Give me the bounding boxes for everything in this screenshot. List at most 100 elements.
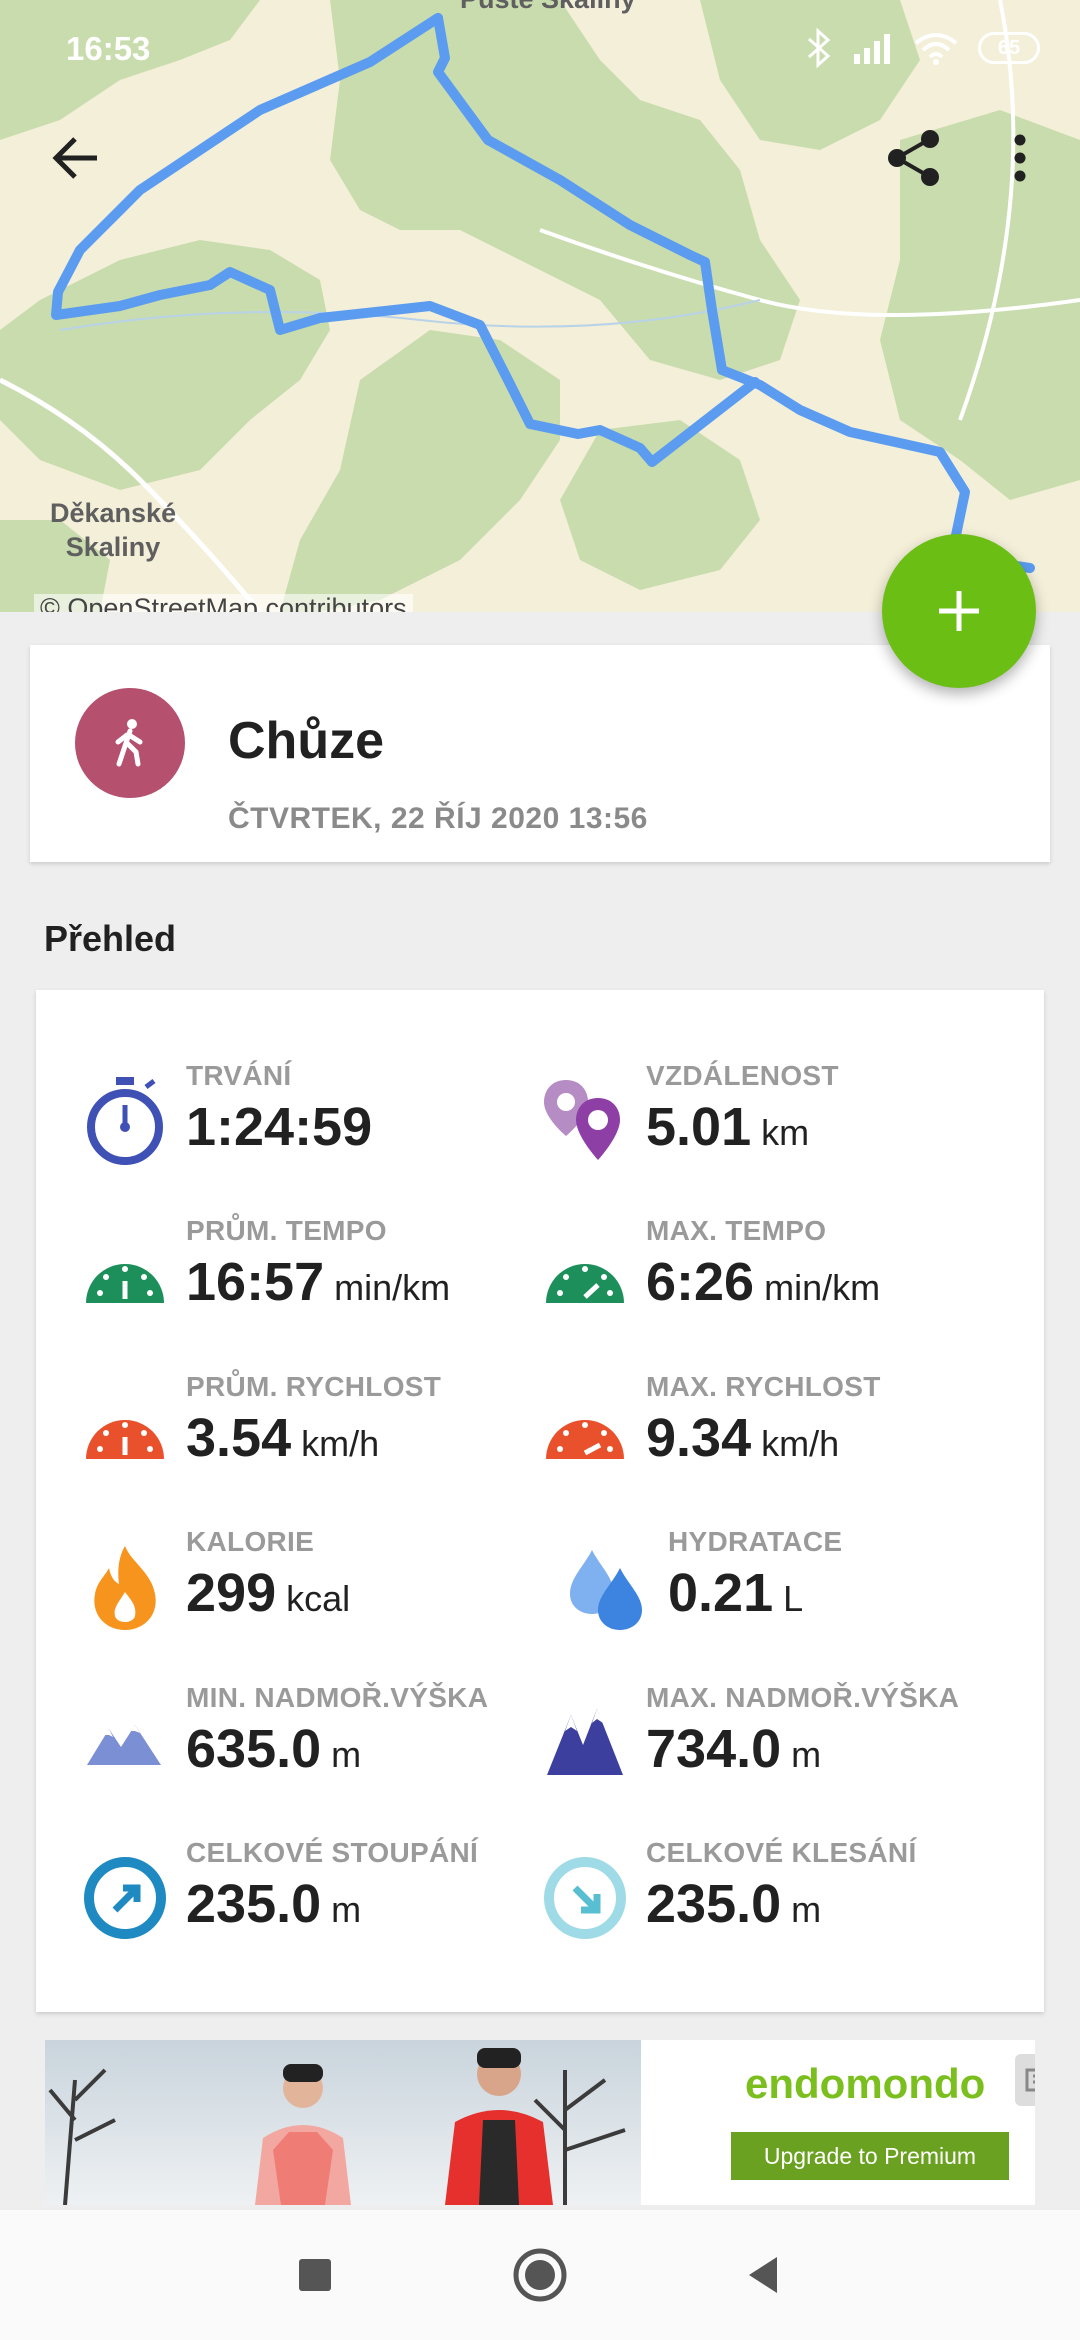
ad-options-button[interactable] <box>1015 2054 1035 2106</box>
recents-button[interactable] <box>280 2240 350 2310</box>
stat-avg-pace: PRŮM. TEMPO 16:57 min/km <box>80 1215 540 1335</box>
stat-value: 16:57 min/km <box>186 1251 450 1313</box>
signal-icon <box>854 34 890 64</box>
more-options-button[interactable] <box>980 118 1060 198</box>
stat-total-descent: CELKOVÉ KLESÁNÍ 235.0 m <box>540 1837 1000 1957</box>
stat-label: MIN. NADMOŘ.VÝŠKA <box>186 1682 489 1713</box>
stat-label: HYDRATACE <box>668 1526 843 1557</box>
stat-unit: m <box>791 1734 822 1775</box>
stat-label: CELKOVÉ KLESÁNÍ <box>646 1837 917 1868</box>
stat-unit: m <box>791 1889 822 1930</box>
stat-avg-speed: PRŮM. RYCHLOST 3.54 km/h <box>80 1371 540 1491</box>
stat-unit: L <box>783 1578 804 1619</box>
stat-label: TRVÁNÍ <box>186 1060 292 1091</box>
stat-unit: m <box>331 1889 362 1930</box>
activity-date: ČTVRTEK, 22 ŘÍJ 2020 13:56 <box>228 802 648 835</box>
back-button[interactable] <box>36 118 116 198</box>
stopwatch-icon <box>80 1076 170 1166</box>
map-label-place-line1: Děkanské <box>50 498 177 528</box>
stat-number: 5.01 <box>646 1097 752 1157</box>
stat-label: MAX. NADMOŘ.VÝŠKA <box>646 1682 960 1713</box>
water-drops-icon <box>562 1542 652 1632</box>
stat-label: KALORIE <box>186 1526 315 1557</box>
activity-name: Chůze <box>228 712 384 770</box>
wifi-icon <box>914 33 958 65</box>
stat-hydration: HYDRATACE 0.21 L <box>562 1526 1022 1646</box>
activity-card: Chůze ČTVRTEK, 22 ŘÍJ 2020 13:56 <box>30 645 1050 862</box>
speedometer-red-icon <box>80 1387 170 1477</box>
system-nav-bar <box>0 2210 1080 2340</box>
stat-number: 9.34 <box>646 1408 752 1468</box>
arrow-back-icon <box>52 137 97 179</box>
stat-unit: min/km <box>334 1267 451 1308</box>
stat-number: 16:57 <box>186 1252 325 1312</box>
walking-icon <box>115 719 143 767</box>
stat-label: MAX. TEMPO <box>646 1215 827 1246</box>
stat-unit: kcal <box>286 1578 351 1619</box>
stat-total-ascent: CELKOVÉ STOUPÁNÍ 235.0 m <box>80 1837 540 1957</box>
stat-unit: m <box>331 1734 362 1775</box>
stat-max-pace: MAX. TEMPO 6:26 min/km <box>540 1215 1000 1335</box>
bluetooth-icon <box>807 28 831 68</box>
map-label-place: Děkanské Skaliny <box>50 496 176 564</box>
stat-number: 3.54 <box>186 1408 292 1468</box>
stat-value: 3.54 km/h <box>186 1407 379 1469</box>
descent-arrow-icon <box>540 1853 630 1943</box>
share-icon <box>888 130 939 186</box>
stat-value: 235.0 m <box>646 1873 821 1935</box>
ascent-arrow-icon <box>80 1853 170 1943</box>
stat-distance: VZDÁLENOST 5.01 km <box>540 1060 1000 1180</box>
flame-icon <box>80 1542 170 1632</box>
stat-value: 235.0 m <box>186 1873 361 1935</box>
stat-calories: KALORIE 299 kcal <box>80 1526 540 1646</box>
home-button[interactable] <box>505 2240 575 2310</box>
map-pins-icon <box>540 1076 630 1166</box>
stat-value: 299 kcal <box>186 1562 350 1624</box>
ad-brand-logo: endomondo <box>745 2060 986 2107</box>
ad-banner[interactable]: endomondo Upgrade to Premium <box>45 2040 1035 2205</box>
overview-title: Přehled <box>44 918 177 959</box>
map-label-place-line2: Skaliny <box>65 532 161 562</box>
stat-number: 235.0 <box>646 1874 782 1934</box>
square-icon <box>299 2259 331 2291</box>
stat-max-speed: MAX. RYCHLOST 9.34 km/h <box>540 1371 1000 1491</box>
stat-value: 5.01 km <box>646 1096 809 1158</box>
stat-number: 299 <box>186 1563 277 1623</box>
circle-icon <box>513 2248 567 2302</box>
more-vert-icon <box>1014 134 1026 182</box>
share-button[interactable] <box>874 118 954 198</box>
stat-min-altitude: MIN. NADMOŘ.VÝŠKA 635.0 m <box>80 1682 540 1802</box>
nav-back-button[interactable] <box>730 2240 800 2310</box>
upgrade-premium-button[interactable]: Upgrade to Premium <box>731 2132 1009 2180</box>
stat-label: CELKOVÉ STOUPÁNÍ <box>186 1837 479 1868</box>
stat-value: 6:26 min/km <box>646 1251 880 1313</box>
battery-indicator: 65 <box>978 32 1040 64</box>
speedometer-red-max-icon <box>540 1387 630 1477</box>
ad-panel: endomondo Upgrade to Premium <box>641 2040 1035 2205</box>
stat-unit: km/h <box>761 1423 840 1464</box>
status-bar: 16:53 65 <box>0 0 1080 100</box>
speedometer-green-max-icon <box>540 1231 630 1321</box>
stat-number: 734.0 <box>646 1719 782 1779</box>
stat-number: 0.21 <box>668 1563 774 1623</box>
stat-value: 734.0 m <box>646 1718 821 1780</box>
stat-label: PRŮM. RYCHLOST <box>186 1371 442 1402</box>
overview-stats-card: TRVÁNÍ 1:24:59 VZDÁLENOST 5.01 km PRŮM. T… <box>36 990 1044 2012</box>
status-icons: 65 <box>806 28 1040 68</box>
stat-label: MAX. RYCHLOST <box>646 1371 881 1402</box>
stat-number: 6:26 <box>646 1252 755 1312</box>
mountains-dark-icon <box>540 1698 630 1788</box>
stat-value: 9.34 km/h <box>646 1407 839 1469</box>
stat-duration: TRVÁNÍ 1:24:59 <box>80 1060 540 1180</box>
stat-unit: km/h <box>301 1423 380 1464</box>
stat-label: VZDÁLENOST <box>646 1060 839 1091</box>
activity-type-badge <box>75 688 185 798</box>
stat-unit: min/km <box>764 1267 881 1308</box>
stat-unit: km <box>761 1112 810 1153</box>
stat-number: 1:24:59 <box>186 1097 373 1157</box>
stat-number: 635.0 <box>186 1719 322 1779</box>
triangle-back-icon <box>749 2257 777 2293</box>
ad-photo <box>45 2040 641 2205</box>
plus-icon <box>939 591 979 631</box>
add-fab-button[interactable] <box>882 534 1036 688</box>
